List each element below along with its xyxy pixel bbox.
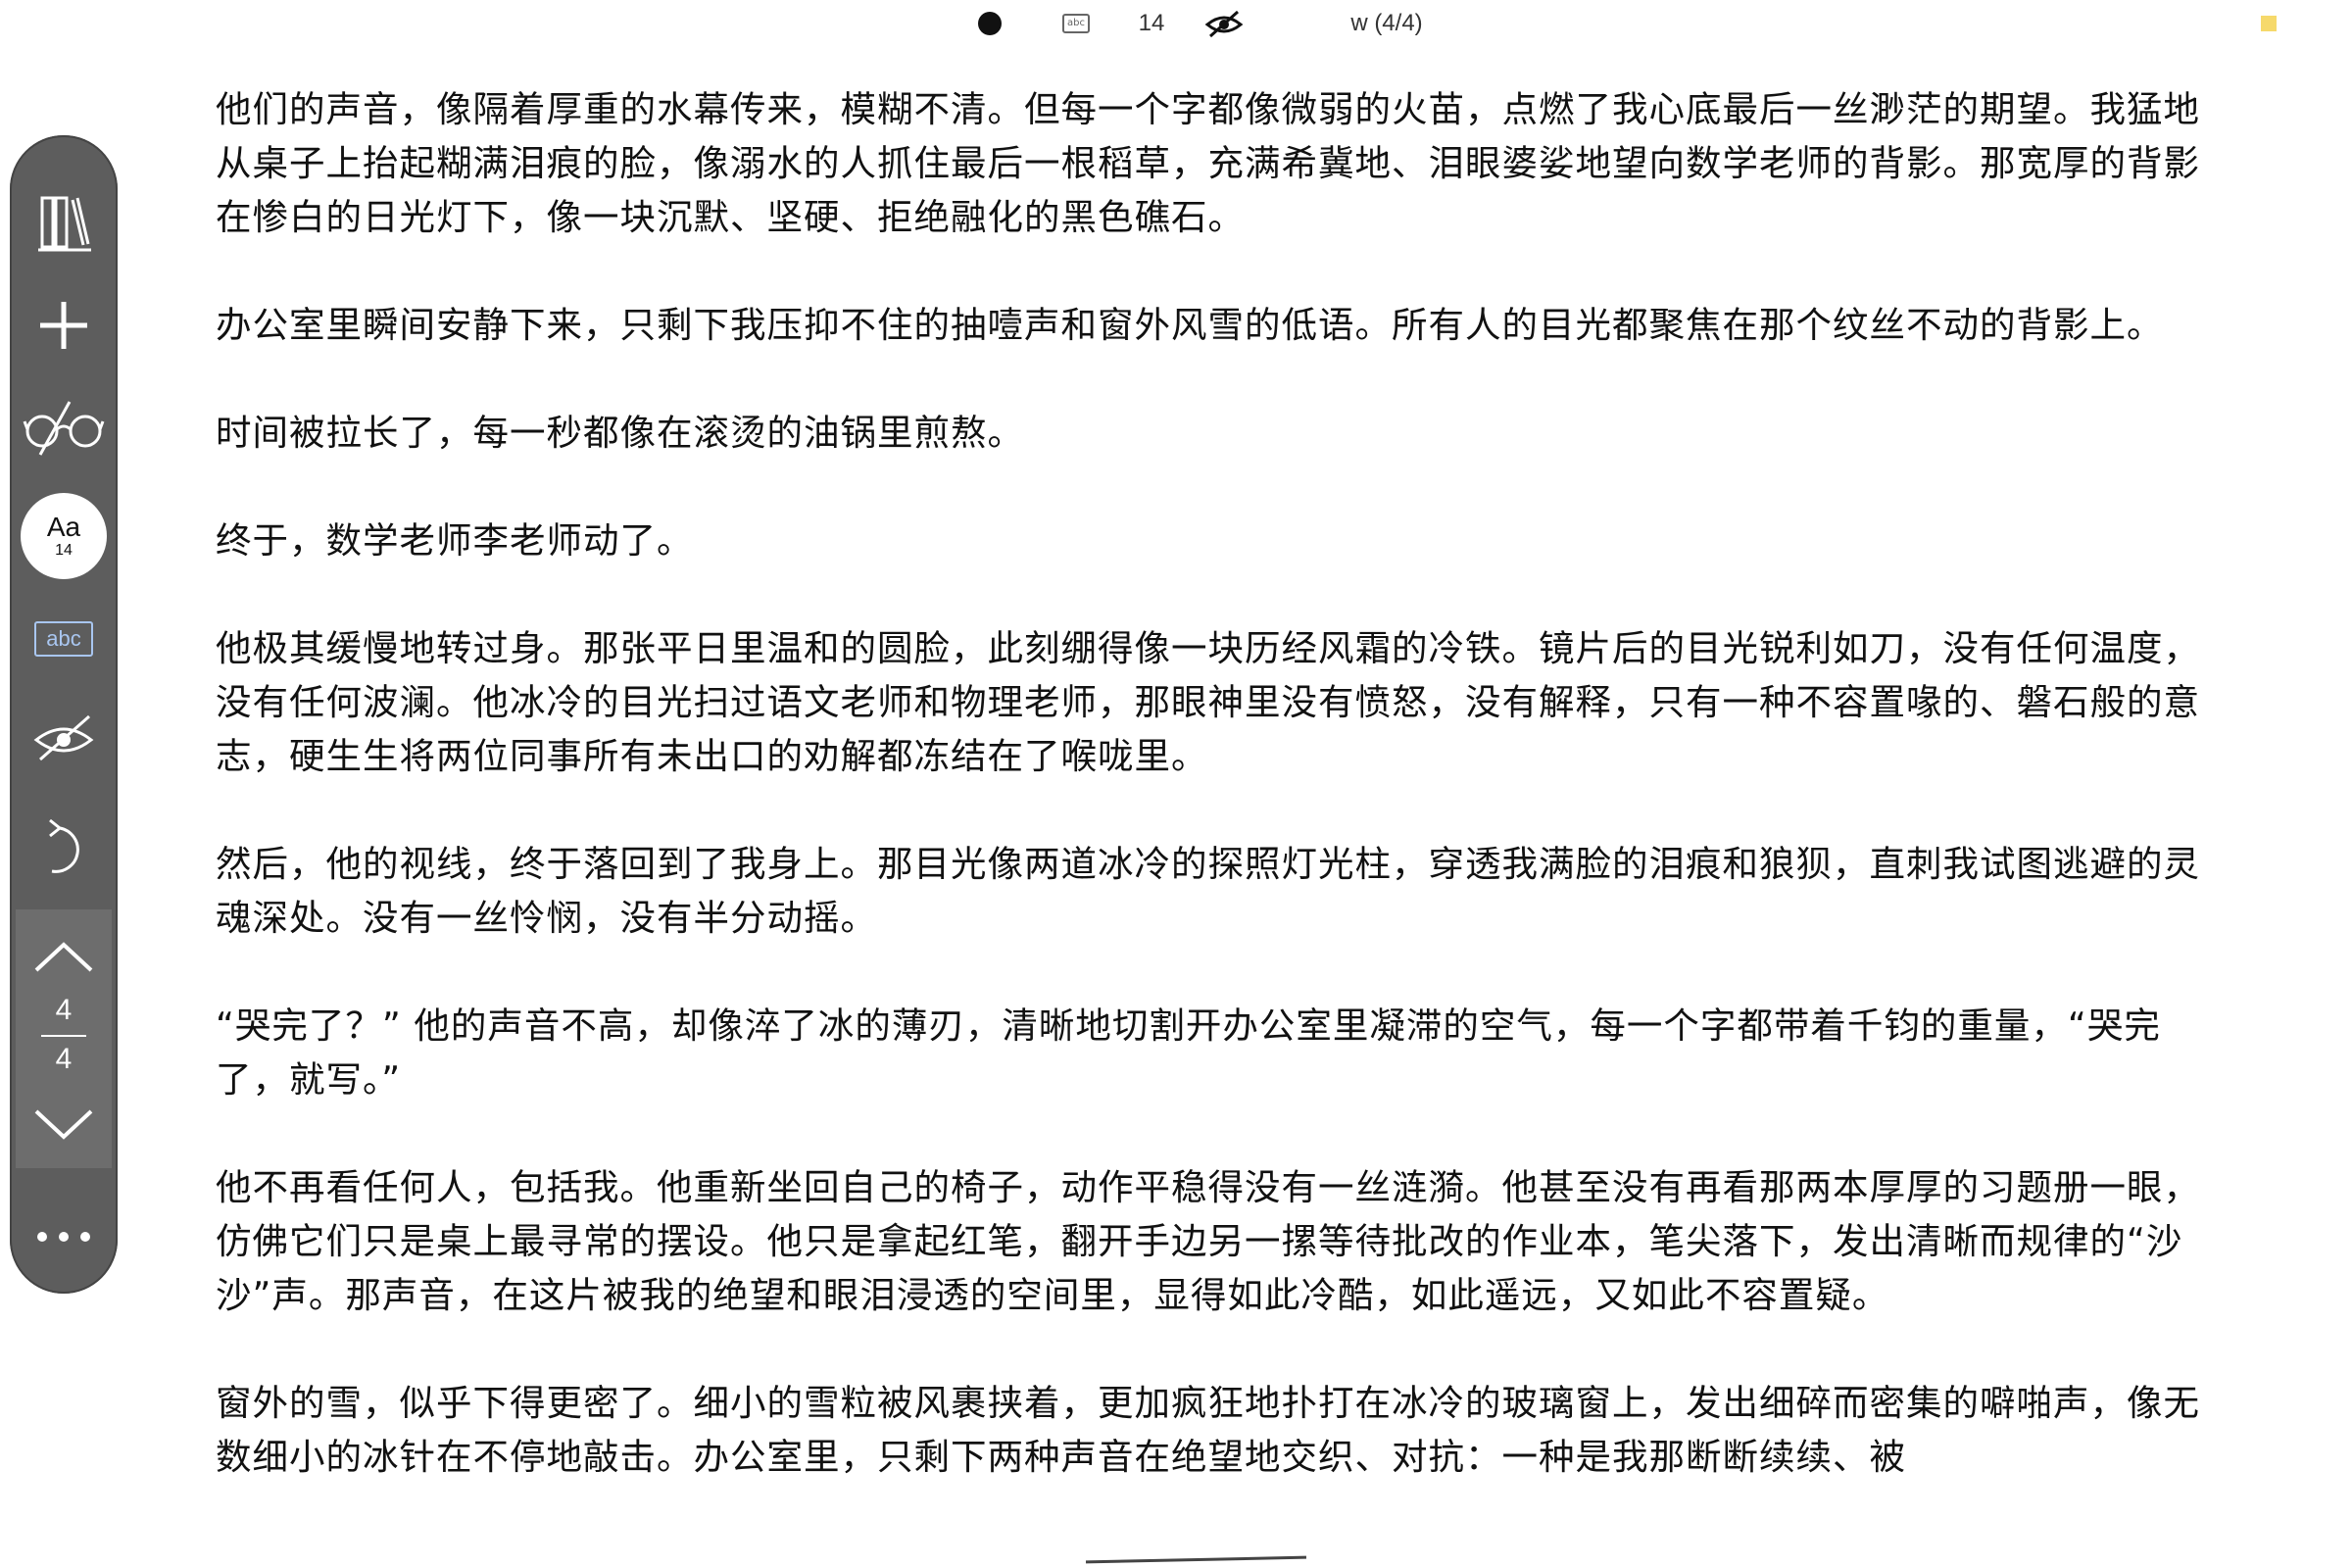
paragraph: 终于，数学老师李老师动了。 xyxy=(216,519,694,562)
page-up-button[interactable] xyxy=(10,919,118,994)
hide-annotations-mini-icon[interactable] xyxy=(1201,0,1247,47)
paragraph: 时间被拉长了，每一秒都像在滚烫的油锅里煎熬。 xyxy=(216,412,1024,454)
reader-toolbar: Aa 14 abc 4 4 xyxy=(10,135,118,1294)
note-mini-icon[interactable] xyxy=(2254,0,2283,47)
paragraph: 他们的声音，像隔着厚重的水幕传来，模糊不清。但每一个字都像微弱的火苗，点燃了我心… xyxy=(216,88,2200,238)
chevron-up-icon xyxy=(34,942,93,972)
current-page: 4 xyxy=(55,994,73,1026)
undo-button[interactable] xyxy=(10,804,118,892)
more-dots-icon xyxy=(37,1232,90,1242)
document-text: 他们的声音，像隔着厚重的水幕传来，模糊不清。但每一个字都像微弱的火苗，点燃了我心… xyxy=(216,82,2215,1538)
font-button-label: Aa xyxy=(46,512,81,542)
status-strip: abc 14 w (4/4) xyxy=(0,0,2352,47)
spell-check-icon: abc xyxy=(34,621,93,657)
add-button[interactable] xyxy=(10,278,118,372)
page-down-button[interactable] xyxy=(10,1088,118,1162)
reading-glasses-button[interactable] xyxy=(10,380,118,474)
more-button[interactable] xyxy=(10,1205,118,1268)
hide-annotations-button[interactable] xyxy=(10,694,118,782)
library-icon xyxy=(38,196,91,252)
paragraph: 他不再看任何人，包括我。他重新坐回自己的椅子，动作平稳得没有一丝涟漪。他甚至没有… xyxy=(216,1166,2200,1316)
ink-strike-annotation xyxy=(1085,1555,1307,1564)
font-button-size: 14 xyxy=(55,542,73,559)
page-info-label: w (4/4) xyxy=(1350,10,1423,36)
eye-slash-icon xyxy=(33,714,94,761)
page-navigator: 4 4 xyxy=(16,909,112,1168)
undo-icon xyxy=(49,818,79,873)
glasses-icon xyxy=(23,401,105,456)
chevron-down-icon xyxy=(34,1109,93,1140)
spell-check-mini-icon[interactable]: abc xyxy=(1056,0,1096,47)
total-pages: 4 xyxy=(55,1043,73,1075)
spell-check-button[interactable]: abc xyxy=(10,602,118,676)
font-settings-button[interactable]: Aa 14 xyxy=(10,482,118,590)
record-dot-icon[interactable] xyxy=(970,0,1009,47)
paragraph: 办公室里瞬间安静下来，只剩下我压抑不住的抽噎声和窗外风雪的低语。所有人的目光都聚… xyxy=(216,304,2164,346)
paragraph: 窗外的雪，似乎下得更密了。细小的雪粒被风裹挟着，更加疯狂地扑打在冰冷的玻璃窗上，… xyxy=(216,1382,2200,1478)
paragraph: 然后，他的视线，终于落回到了我身上。那目光像两道冰冷的探照灯光柱，穿透我满脸的泪… xyxy=(216,843,2200,939)
plus-icon xyxy=(40,302,87,349)
font-size-indicator: 14 xyxy=(1138,10,1165,36)
library-button[interactable] xyxy=(10,174,118,269)
paragraph: “哭完了？” 他的声音不高，却像淬了冰的薄刃，清晰地切割开办公室里凝滞的空气，每… xyxy=(216,1004,2161,1101)
page-divider xyxy=(41,1035,86,1037)
paragraph: 他极其缓慢地转过身。那张平日里温和的圆脸，此刻绷得像一块历经风霜的冷铁。镜片后的… xyxy=(216,627,2200,777)
